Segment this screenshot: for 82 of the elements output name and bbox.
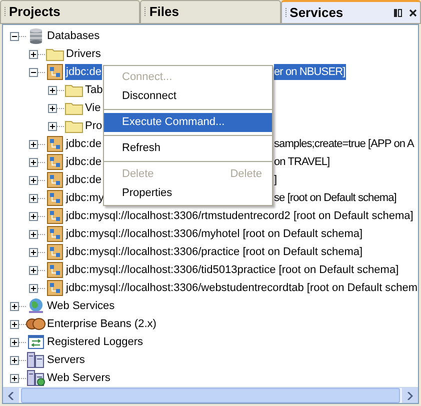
expand-icon[interactable] (29, 140, 38, 148)
logger-icon (28, 334, 44, 350)
folder-icon (65, 119, 83, 133)
tree-item[interactable]: Web Services (46, 298, 116, 314)
expand-icon[interactable] (29, 284, 38, 292)
database-connection-icon (47, 244, 63, 260)
expand-icon[interactable] (10, 356, 19, 364)
expand-icon[interactable] (29, 158, 38, 166)
database-connection-icon (47, 208, 63, 224)
scroll-right-icon[interactable] (407, 392, 413, 400)
tree-item[interactable]: Web Servers (46, 370, 112, 386)
expand-icon[interactable] (29, 176, 38, 184)
tree-item[interactable]: jdbc:de (65, 154, 102, 170)
expand-icon[interactable] (10, 302, 19, 310)
expand-icon[interactable] (29, 230, 38, 238)
panel-tab[interactable]: Services (280, 0, 421, 24)
menu-item[interactable]: Refresh (104, 139, 272, 158)
tree-item[interactable]: Enterprise Beans (2.x) (46, 316, 158, 332)
database-connection-icon (47, 154, 63, 170)
tree-item[interactable]: jdbc:mysql://localhost:3306/webstudentrecordtab [root on Default schem (65, 280, 418, 296)
expand-icon[interactable] (29, 266, 38, 274)
folder-icon (65, 83, 83, 97)
database-connection-icon (47, 226, 63, 242)
tree-item[interactable]: jdbc:mysql://localhost:3306/rtmstudentrecord2 [root on Default schema] (65, 208, 414, 224)
tree-item[interactable]: Vie (84, 100, 102, 116)
grip-icon[interactable] (284, 8, 287, 18)
expand-icon[interactable] (29, 194, 38, 202)
expand-icon[interactable] (48, 86, 57, 94)
panel-tab[interactable]: Projects (0, 0, 140, 24)
beans-icon (26, 317, 46, 331)
tree-item[interactable]: Tab (84, 82, 104, 98)
expand-icon[interactable] (10, 320, 19, 328)
expand-icon[interactable] (29, 212, 38, 220)
menu-item[interactable]: Properties (104, 184, 272, 203)
tab-label: Services (290, 4, 344, 22)
tree-item[interactable]: jdbc:de (65, 64, 102, 80)
tree-item[interactable]: Drivers (65, 46, 102, 62)
expand-icon[interactable] (10, 374, 19, 382)
tree-item[interactable]: jdbc:mysql://localhost:3306/tid5013practice [root on Default schema] (65, 262, 400, 278)
tree-item[interactable]: Databases (46, 28, 101, 44)
expand-icon[interactable] (10, 338, 19, 346)
database-connection-icon (47, 64, 63, 80)
collapse-icon[interactable] (29, 68, 38, 76)
web-server-icon (27, 370, 45, 386)
tree-item[interactable]: jdbc:mysql://localhost:3306/practice [root on Default schema] (65, 244, 364, 260)
database-icon (29, 28, 43, 44)
tree-item[interactable]: Registered Loggers (46, 334, 144, 350)
scroll-left-icon[interactable] (8, 392, 14, 400)
expand-icon[interactable] (29, 248, 38, 256)
database-connection-icon (47, 280, 63, 296)
expand-icon[interactable] (29, 50, 38, 58)
minimize-icon[interactable] (392, 8, 403, 18)
collapse-icon[interactable] (10, 32, 19, 40)
expand-icon[interactable] (48, 122, 57, 130)
close-icon[interactable] (408, 8, 417, 16)
tree-item[interactable]: jdbc:my (65, 190, 105, 206)
folder-icon (65, 101, 83, 115)
tree-item[interactable]: jdbc:de (65, 172, 102, 188)
horizontal-scrollbar[interactable] (3, 387, 418, 403)
tab-label: Files (149, 3, 179, 22)
tree-item[interactable]: jdbc:de (65, 136, 102, 152)
database-connection-icon (47, 172, 63, 188)
tree-item[interactable]: jdbc:mysql://localhost:3306/myhotel [root on Default schema] (65, 226, 364, 242)
globe-icon (27, 298, 45, 314)
panel-tab[interactable]: Files (140, 0, 281, 24)
menu-item[interactable]: Execute Command... (104, 113, 272, 132)
database-connection-icon (47, 136, 63, 152)
database-connection-icon (47, 190, 63, 206)
tree-item[interactable]: Servers (46, 352, 86, 368)
tree-item-text[interactable]: samples;create=true [APP on A (274, 136, 415, 152)
tree-item-text[interactable]: ] (274, 172, 278, 188)
tree-item-text[interactable]: er on NBUSER] (274, 64, 346, 80)
server-icon (27, 352, 45, 368)
menu-item[interactable]: Disconnect (104, 87, 272, 106)
tree-item[interactable]: Pro (84, 118, 104, 134)
tree-item-text[interactable]: on TRAVEL] (274, 154, 331, 170)
database-connection-icon (47, 262, 63, 278)
grip-icon[interactable] (144, 7, 146, 17)
folder-icon (46, 47, 64, 61)
expand-icon[interactable] (48, 104, 57, 112)
tree-item-text[interactable]: se [root on Default schema] (274, 190, 398, 206)
tab-label: Projects (9, 3, 60, 22)
